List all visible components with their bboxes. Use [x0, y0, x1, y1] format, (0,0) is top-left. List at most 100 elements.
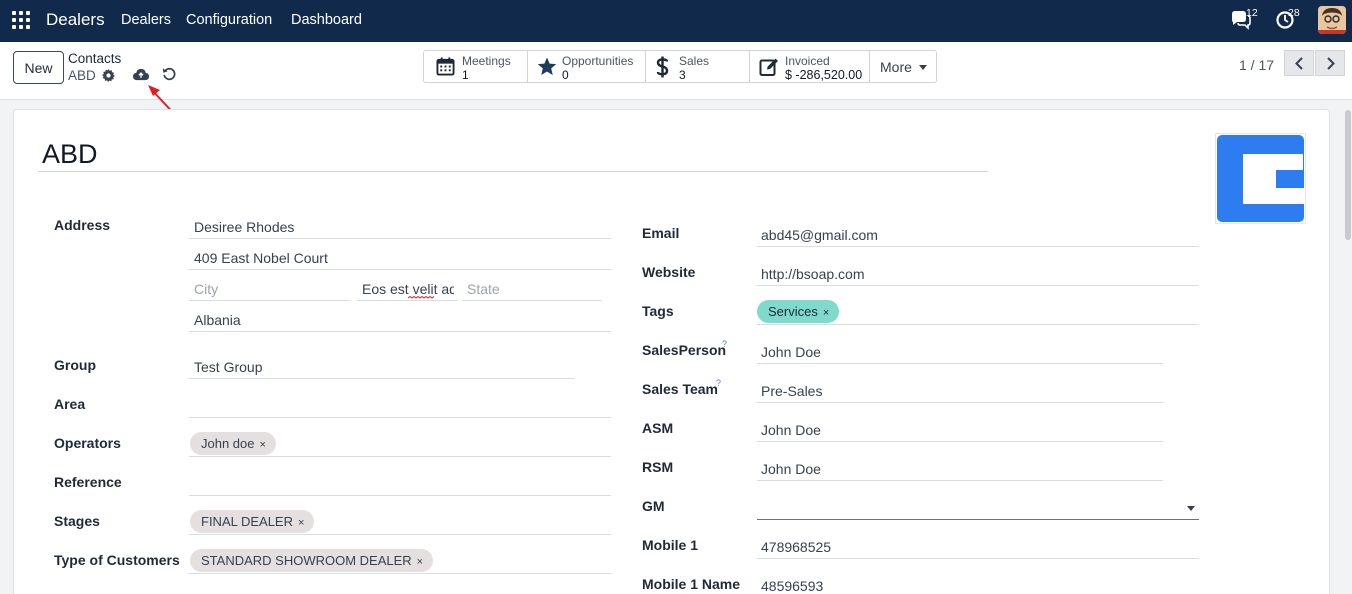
record-name-underline [38, 171, 988, 172]
tag-remove-icon[interactable]: × [260, 439, 266, 451]
gm-dropdown-caret-icon[interactable] [1187, 506, 1195, 511]
record-name[interactable]: ABD [42, 139, 98, 170]
tags-label: Tags [642, 303, 674, 319]
caret-down-icon [919, 65, 927, 70]
gear-icon[interactable] [102, 69, 115, 82]
street-field[interactable]: Desiree Rhodes [194, 219, 294, 235]
meetings-smart-button[interactable]: Meetings 1 [424, 51, 528, 82]
customer-type-underline [189, 573, 611, 574]
invoiced-smart-button[interactable]: Invoiced $ -286,520.00 [750, 51, 870, 82]
asm-underline [757, 441, 1163, 442]
email-label: Email [642, 225, 680, 241]
tag-remove-icon[interactable]: × [823, 307, 829, 319]
group-label: Group [54, 357, 96, 373]
group-field[interactable]: Test Group [194, 359, 262, 375]
breadcrumb-record: ABD [68, 68, 96, 83]
street2-underline [189, 269, 611, 270]
dollar-icon [656, 56, 669, 78]
zip-field[interactable]: Eos est velit ad [362, 281, 454, 297]
group-underline [189, 378, 575, 379]
website-label: Website [642, 264, 696, 280]
spellcheck-underline [408, 296, 434, 299]
discard-undo-icon[interactable] [162, 67, 176, 81]
salesperson-field[interactable]: John Doe [761, 344, 821, 360]
email-field[interactable]: abd45@gmail.com [761, 227, 878, 243]
operator-tag[interactable]: John doe × [190, 432, 276, 455]
sales-team-underline [757, 402, 1163, 403]
city-field[interactable]: City [194, 281, 218, 297]
more-dropdown[interactable]: More [870, 51, 936, 82]
customer-type-tag-label: STANDARD SHOWROOM DEALER [201, 553, 412, 568]
area-field[interactable] [189, 417, 611, 418]
reference-field[interactable] [189, 495, 611, 496]
sales-team-label: Sales Team [642, 381, 719, 397]
pager-previous-button[interactable] [1284, 50, 1314, 76]
activities-badge: 28 [1288, 7, 1300, 19]
menu-dashboard[interactable]: Dashboard [291, 12, 362, 28]
operators-underline [189, 456, 611, 457]
sales-value: 3 [679, 68, 686, 82]
scrollbar[interactable] [1345, 110, 1351, 240]
pager-next-button[interactable] [1315, 50, 1345, 76]
mobile1-label: Mobile 1 [642, 537, 699, 553]
menu-dealers[interactable]: Dealers [121, 12, 171, 28]
tags-underline [757, 324, 1199, 325]
sales-smart-button[interactable]: Sales 3 [646, 51, 750, 82]
chevron-right-icon [1327, 57, 1335, 70]
asm-field[interactable]: John Doe [761, 422, 821, 438]
rsm-underline [757, 480, 1163, 481]
chevron-left-icon [1295, 57, 1303, 70]
invoiced-value: $ -286,520.00 [785, 68, 863, 82]
more-label: More [880, 59, 912, 75]
messages-badge: 12 [1246, 7, 1258, 19]
stages-underline [189, 534, 611, 535]
opportunities-smart-button[interactable]: Opportunities 0 [528, 51, 646, 82]
stage-tag-label: FINAL DEALER [201, 514, 293, 529]
website-field[interactable]: http://bsoap.com [761, 266, 865, 282]
tag-remove-icon[interactable]: × [417, 556, 423, 568]
stage-tag[interactable]: FINAL DEALER × [190, 510, 315, 533]
partner-logo[interactable] [1215, 133, 1306, 224]
services-tag[interactable]: Services × [757, 300, 840, 323]
calendar-icon [436, 57, 455, 76]
area-label: Area [54, 396, 86, 412]
pager-value[interactable]: 1 / 17 [1239, 57, 1274, 73]
asm-label: ASM [642, 420, 674, 436]
sales-team-field[interactable]: Pre-Sales [761, 383, 822, 399]
apps-menu-icon[interactable] [12, 11, 32, 31]
salesperson-help-icon[interactable]: ? [722, 339, 727, 349]
user-avatar[interactable] [1318, 6, 1346, 34]
mobile1-underline [757, 558, 1199, 559]
control-panel: New Contacts ABD Meetings 1 Opportunitie… [0, 42, 1352, 100]
breadcrumb-contacts[interactable]: Contacts [68, 51, 121, 66]
services-tag-label: Services [768, 304, 818, 319]
opportunities-value: 0 [562, 68, 569, 82]
salesperson-label: SalesPerson [642, 342, 727, 358]
mobile1-field[interactable]: 478968525 [761, 539, 831, 555]
gm-field[interactable] [757, 519, 1199, 520]
email-underline [757, 246, 1199, 247]
menu-configuration[interactable]: Configuration [186, 12, 272, 28]
new-button[interactable]: New [13, 51, 64, 84]
rsm-field[interactable]: John Doe [761, 461, 821, 477]
smart-buttons: Meetings 1 Opportunities 0 Sales 3 Invoi… [423, 50, 937, 83]
opportunities-label: Opportunities [562, 54, 634, 68]
mobile1-name-field[interactable]: 48596593 [761, 578, 823, 594]
salesperson-underline [757, 363, 1163, 364]
customer-type-tag[interactable]: STANDARD SHOWROOM DEALER × [190, 549, 434, 572]
meetings-value: 1 [462, 68, 469, 82]
app-brand[interactable]: Dealers [46, 10, 105, 30]
top-navbar: Dealers Dealers Configuration Dashboard … [0, 0, 1352, 42]
edit-invoice-icon [759, 58, 778, 76]
stages-label: Stages [54, 513, 100, 529]
tag-remove-icon[interactable]: × [298, 517, 304, 529]
zip-underline [357, 300, 457, 301]
country-field[interactable]: Albania [194, 312, 241, 328]
street2-field[interactable]: 409 East Nobel Court [194, 250, 328, 266]
sales-label: Sales [679, 54, 710, 68]
customer-type-label: Type of Customers [54, 552, 180, 568]
sales-team-help-icon[interactable]: ? [716, 378, 721, 388]
country-underline [189, 331, 611, 332]
star-icon [537, 57, 557, 75]
state-field[interactable]: State [467, 281, 500, 297]
